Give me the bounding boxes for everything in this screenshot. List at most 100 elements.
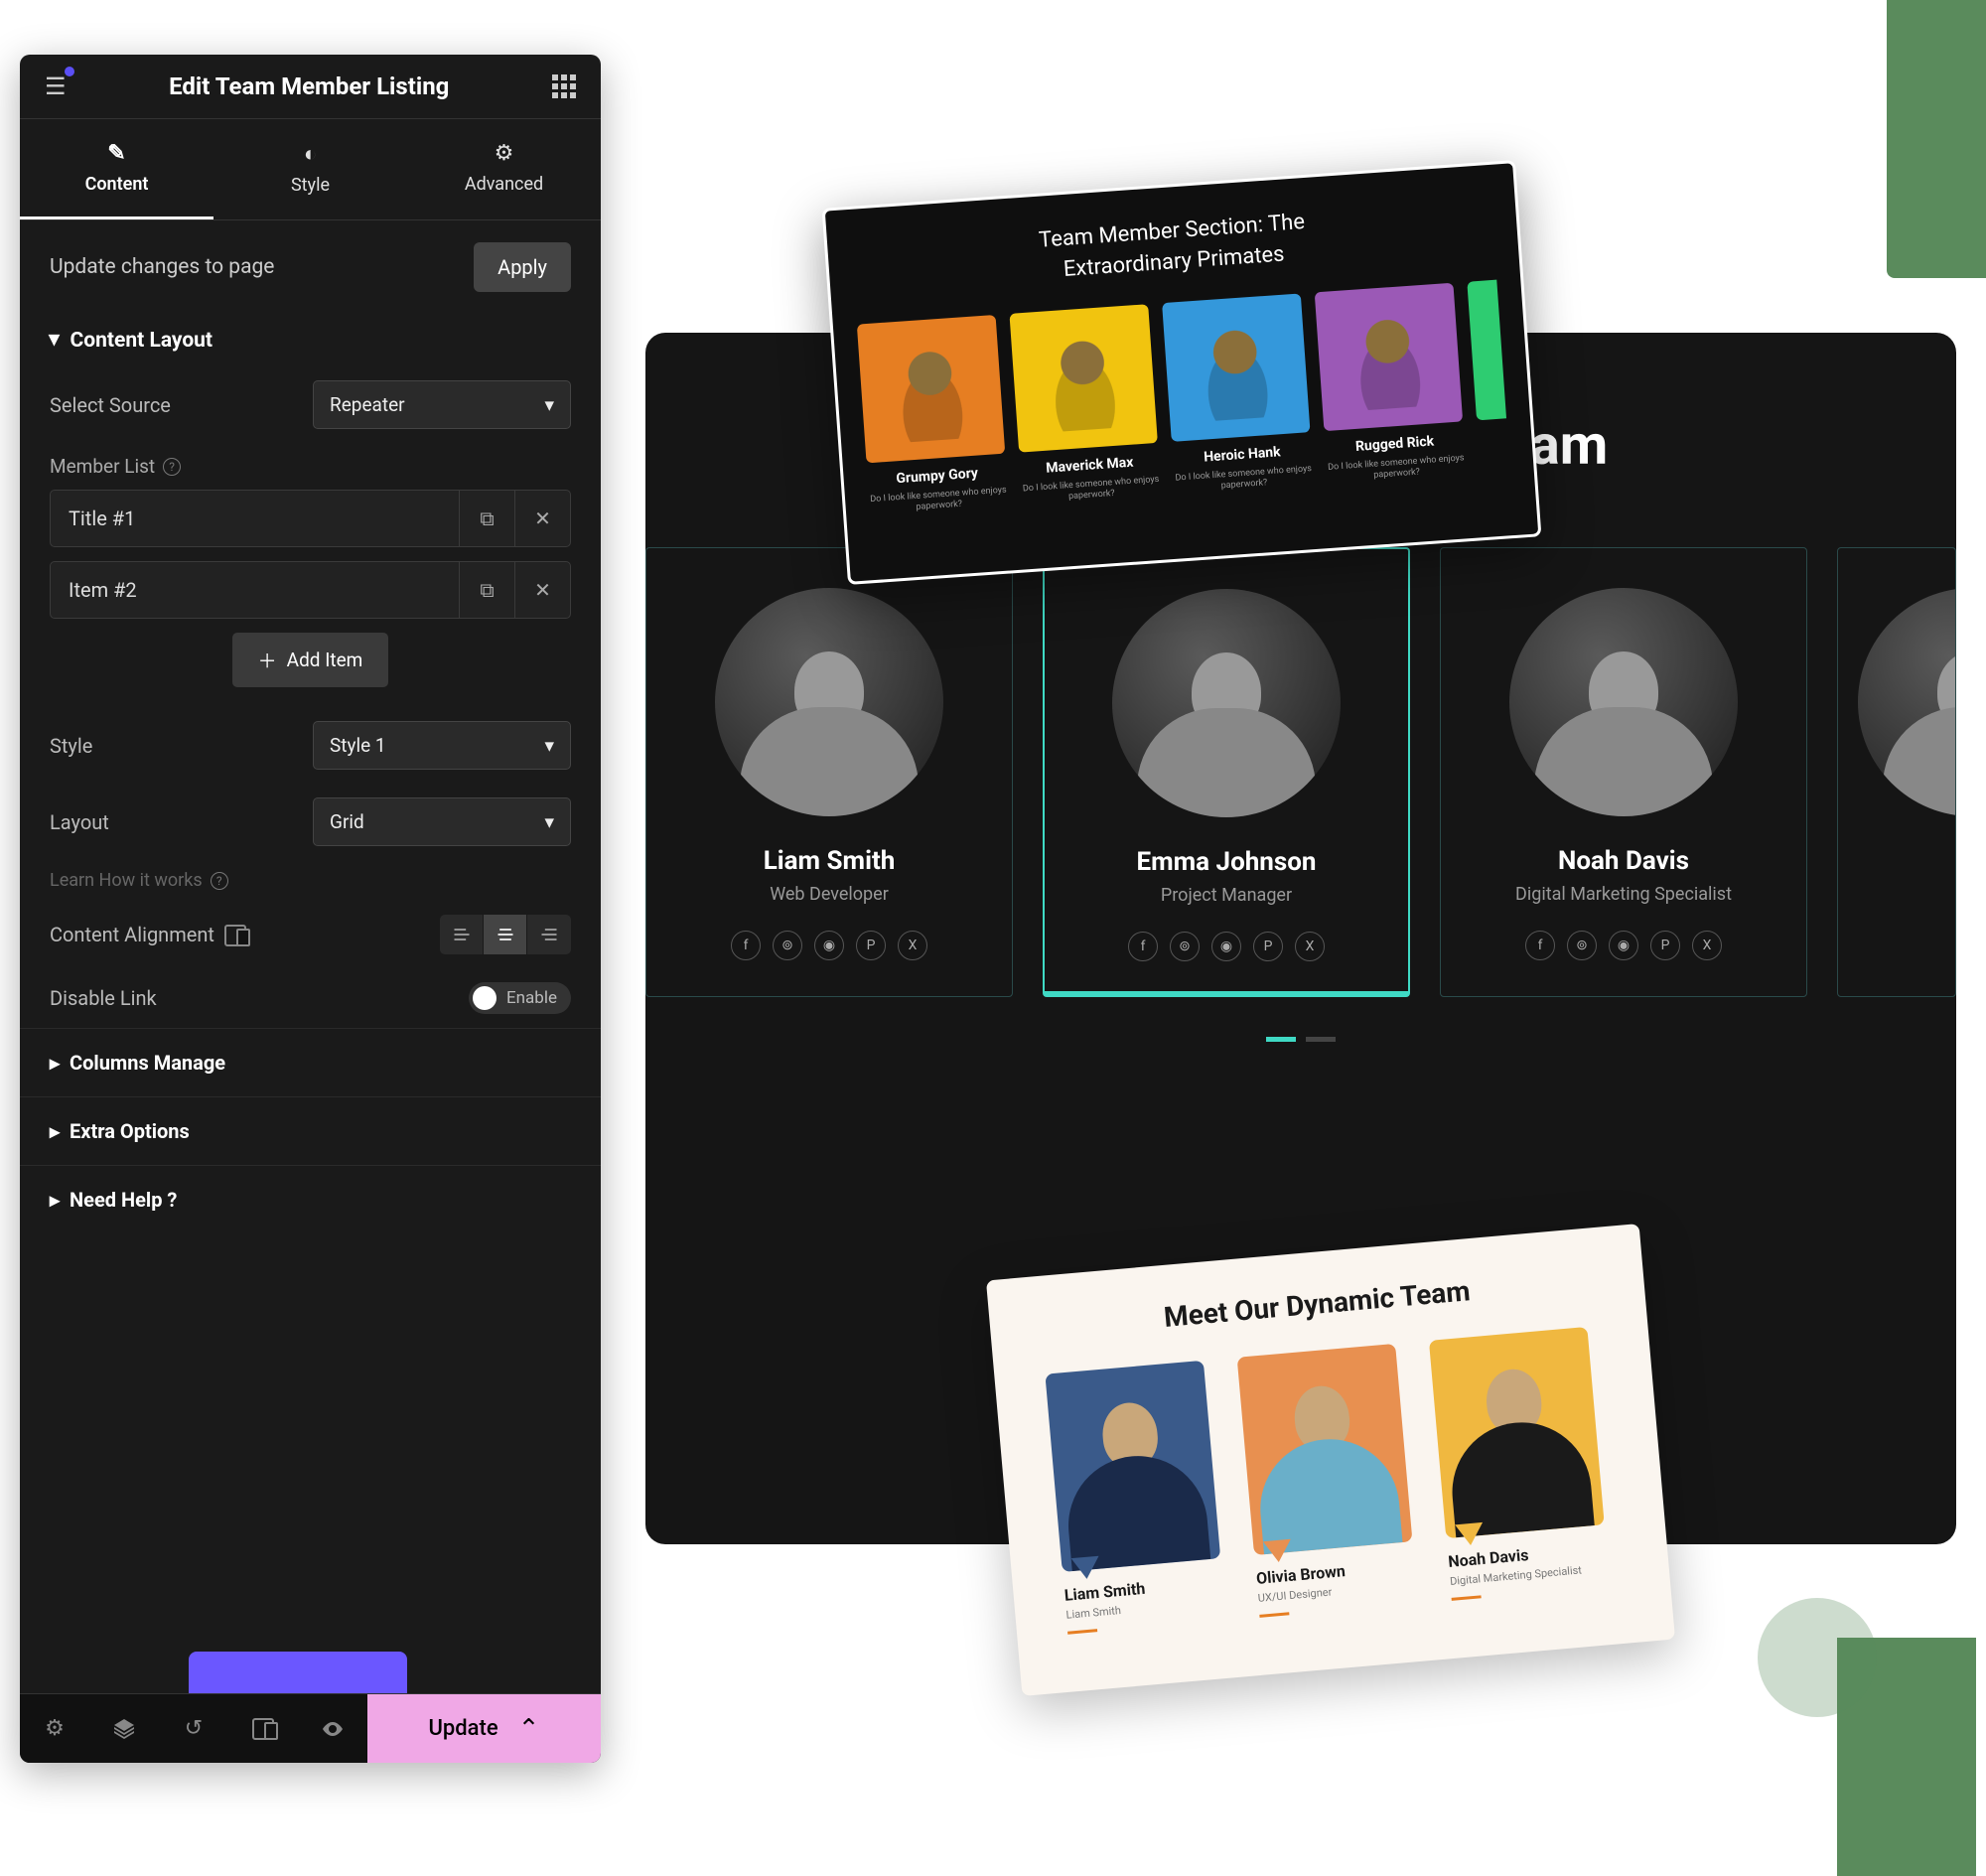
chevron-up-icon: ⌃ [518, 1714, 540, 1744]
row-layout: Layout Grid▾ [20, 784, 601, 860]
team-card-partial[interactable] [1837, 547, 1956, 997]
primate-desc: Do I look like someone who enjoys paperw… [1021, 474, 1161, 506]
apply-text: Update changes to page [50, 255, 274, 279]
team-card[interactable]: Liam Smith Web Developer f ⊚ ◉ P X [645, 547, 1013, 997]
learn-link[interactable]: Learn How it works? [20, 860, 601, 901]
avatar [1509, 588, 1738, 816]
speech-tail-icon [1455, 1522, 1485, 1546]
member-list-group: Member List? Title #1 ⧉ ✕ Item #2 ⧉ ✕ ＋A… [20, 443, 601, 687]
tab-advanced[interactable]: ⚙Advanced [407, 119, 601, 219]
instagram-icon[interactable]: ◉ [1609, 931, 1638, 960]
accent-line [1067, 1629, 1097, 1635]
label-disable-link: Disable Link [50, 986, 157, 1010]
member-role: Digital Marketing Specialist [1461, 884, 1786, 905]
x-icon[interactable]: X [898, 931, 927, 960]
tab-style[interactable]: ◐Style [213, 119, 407, 219]
facebook-icon[interactable]: f [1525, 931, 1555, 960]
responsive-icon[interactable] [224, 925, 246, 946]
add-item-button[interactable]: ＋Add Item [232, 633, 389, 687]
dribbble-icon[interactable]: ⊚ [1170, 932, 1200, 961]
avatar [1112, 589, 1341, 817]
responsive-icon[interactable] [228, 1718, 298, 1740]
member-name: Emma Johnson [1064, 847, 1388, 877]
update-button[interactable]: Update⌃ [367, 1694, 601, 1763]
chevron-right-icon: ▸ [50, 1188, 60, 1212]
preview-eye-icon[interactable] [298, 1717, 367, 1741]
cream-image [1045, 1361, 1220, 1572]
instagram-icon[interactable]: ◉ [1211, 932, 1241, 961]
label-alignment: Content Alignment [50, 923, 246, 947]
cream-image [1429, 1327, 1605, 1538]
primate-name: Grumpy Gory [867, 463, 1007, 489]
primate-card[interactable]: Rugged RickDo I look like someone who en… [1315, 282, 1467, 486]
primate-name: Maverick Max [1020, 452, 1160, 478]
list-item[interactable]: Item #2 ⧉ ✕ [50, 561, 571, 619]
facebook-icon[interactable]: f [1128, 932, 1158, 961]
pinterest-icon[interactable]: P [1650, 931, 1680, 960]
settings-icon[interactable]: ⚙ [20, 1716, 89, 1741]
chevron-right-icon: ▸ [50, 1051, 60, 1075]
carousel-dot-active[interactable] [1266, 1037, 1296, 1042]
info-icon: ? [211, 872, 228, 890]
primate-card-partial [1467, 279, 1506, 420]
x-icon[interactable]: X [1692, 931, 1722, 960]
list-item[interactable]: Title #1 ⧉ ✕ [50, 490, 571, 547]
close-icon[interactable]: ✕ [514, 491, 570, 546]
cream-card[interactable]: Noah DavisDigital Marketing Specialist [1429, 1326, 1620, 1601]
section-extra-options[interactable]: ▸Extra Options [20, 1096, 601, 1165]
speech-tail-icon [1071, 1556, 1101, 1580]
primate-desc: Do I look like someone who enjoys paperw… [869, 485, 1009, 517]
facebook-icon[interactable]: f [731, 931, 761, 960]
carousel-dot[interactable] [1306, 1037, 1336, 1042]
team-card-highlighted[interactable]: Emma Johnson Project Manager f ⊚ ◉ P X [1043, 547, 1410, 997]
dribbble-icon[interactable]: ⊚ [773, 931, 802, 960]
tab-content[interactable]: ✎Content [20, 119, 213, 219]
section-title-content-layout[interactable]: ▸Content Layout [50, 328, 571, 353]
instagram-icon[interactable]: ◉ [814, 931, 844, 960]
align-right-button[interactable] [527, 915, 571, 954]
cream-card[interactable]: Liam SmithLiam Smith [1045, 1360, 1235, 1635]
pinterest-icon[interactable]: P [1253, 932, 1283, 961]
layout-dropdown[interactable]: Grid▾ [313, 797, 571, 846]
align-center-button[interactable] [484, 915, 527, 954]
section-columns-manage[interactable]: ▸Columns Manage [20, 1028, 601, 1096]
x-icon[interactable]: X [1295, 932, 1325, 961]
disable-link-toggle[interactable]: Enable [469, 982, 571, 1014]
member-name: Noah Davis [1461, 846, 1786, 876]
primate-image [1009, 304, 1157, 452]
close-icon[interactable]: ✕ [514, 562, 570, 618]
layers-icon[interactable] [89, 1717, 159, 1741]
apps-grid-icon[interactable] [552, 74, 576, 98]
info-icon[interactable]: ? [163, 458, 181, 476]
primate-card[interactable]: Heroic HankDo I look like someone who en… [1162, 293, 1314, 497]
cream-card[interactable]: Olivia BrownUX/UI Designer [1237, 1343, 1428, 1618]
align-left-button[interactable] [440, 915, 484, 954]
pinterest-icon[interactable]: P [856, 931, 886, 960]
team-card[interactable]: Noah Davis Digital Marketing Specialist … [1440, 547, 1807, 997]
apply-button[interactable]: Apply [474, 242, 571, 292]
history-icon[interactable]: ↺ [159, 1716, 228, 1741]
section-content-layout: ▸Content Layout [20, 314, 601, 366]
row-disable-link: Disable Link Enable [20, 968, 601, 1028]
chevron-down-icon: ▸ [43, 335, 68, 346]
primate-card[interactable]: Maverick MaxDo I look like someone who e… [1009, 304, 1161, 507]
primate-desc: Do I look like someone who enjoys paperw… [1174, 464, 1314, 497]
primate-card[interactable]: Grumpy GoryDo I look like someone who en… [857, 315, 1009, 518]
duplicate-icon[interactable]: ⧉ [459, 562, 514, 618]
style-dropdown[interactable]: Style 1▾ [313, 721, 571, 770]
speech-tail-icon [1263, 1539, 1293, 1563]
sidebar-title: Edit Team Member Listing [169, 72, 449, 100]
align-button-group [440, 915, 571, 954]
duplicate-icon[interactable]: ⧉ [459, 491, 514, 546]
sidebar-tabs: ✎Content ◐Style ⚙Advanced [20, 119, 601, 220]
primates-title: Team Member Section: TheExtraordinary Pr… [855, 195, 1491, 300]
select-source-dropdown[interactable]: Repeater▾ [313, 380, 571, 429]
gear-icon: ⚙ [407, 141, 601, 166]
section-need-help[interactable]: ▸Need Help ? [20, 1165, 601, 1233]
chevron-right-icon: ▸ [50, 1119, 60, 1143]
editor-sidebar: ☰ Edit Team Member Listing ✎Content ◐Sty… [20, 55, 601, 1763]
primate-image [1162, 293, 1310, 441]
dribbble-icon[interactable]: ⊚ [1567, 931, 1597, 960]
menu-icon[interactable]: ☰ [45, 72, 67, 100]
list-item-label: Title #1 [51, 491, 459, 546]
